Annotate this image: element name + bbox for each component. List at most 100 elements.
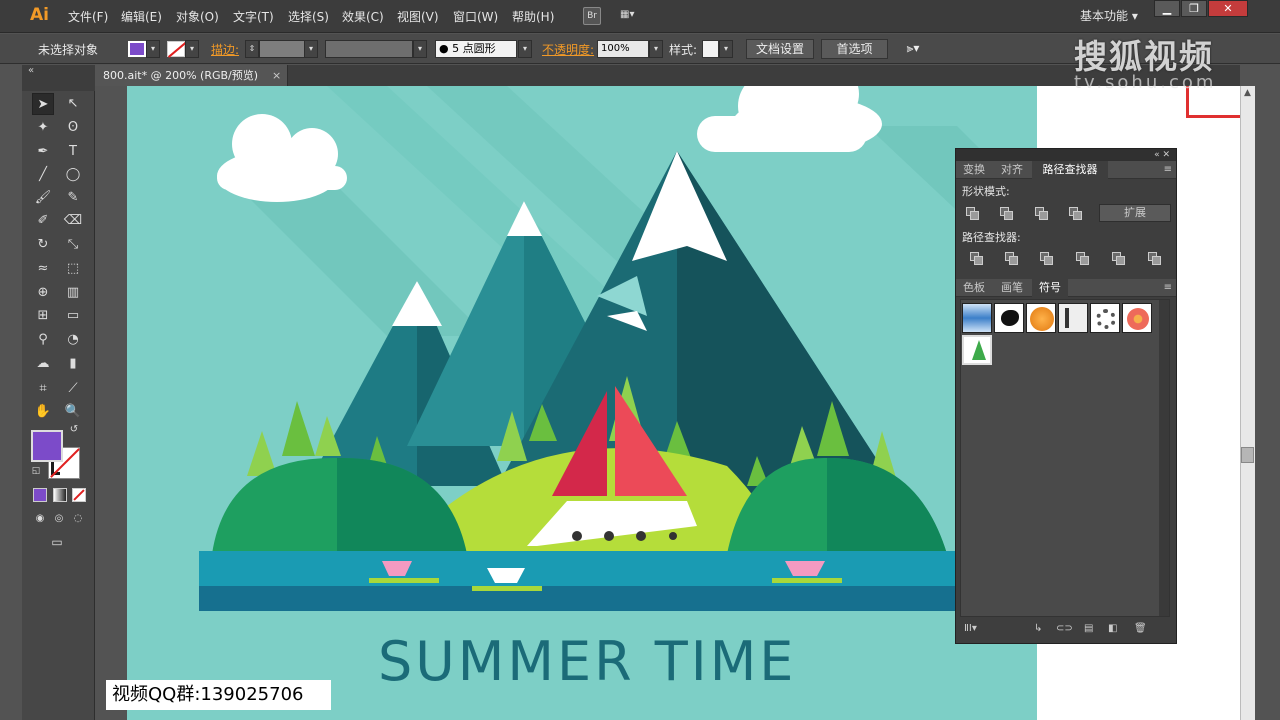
magic-wand-tool-icon[interactable]: ✦ (32, 117, 54, 139)
selection-tool-icon[interactable]: ➤ (32, 93, 54, 115)
arrange-documents-icon[interactable]: ▦▾ (620, 9, 646, 23)
eraser-tool-icon[interactable]: ⌫ (62, 210, 84, 232)
ellipse-tool-icon[interactable]: ◯ (62, 164, 84, 186)
tab-swatches[interactable]: 色板 (956, 279, 992, 297)
blend-tool-icon[interactable]: ◔ (62, 329, 84, 351)
symbol-libraries-icon[interactable]: ⅡⅠ▾ (964, 623, 977, 634)
divide-icon[interactable] (970, 252, 984, 266)
tab-align[interactable]: 对齐 (994, 161, 1030, 179)
symbols-menu-icon[interactable]: ≡ (1164, 279, 1172, 297)
paintbrush-tool-icon[interactable]: 🖌 (32, 187, 54, 209)
zoom-tool-icon[interactable]: 🔍 (62, 401, 84, 423)
menu-view[interactable]: 视图(V) (397, 8, 439, 25)
line-tool-icon[interactable]: ╱ (32, 164, 54, 186)
crop-icon[interactable] (1076, 252, 1090, 266)
symbols-scrollbar[interactable] (1159, 300, 1169, 616)
color-mode-icon[interactable] (33, 488, 47, 502)
menu-type[interactable]: 文字(T) (233, 8, 274, 25)
symbol-ink-splash[interactable] (994, 303, 1024, 333)
preferences-button[interactable]: 首选项 (821, 39, 888, 59)
exclude-icon[interactable] (1069, 207, 1083, 221)
hand-tool-icon[interactable]: ✋ (32, 401, 54, 423)
symbol-grunge-bar[interactable] (1058, 303, 1088, 333)
intersect-icon[interactable] (1035, 207, 1049, 221)
panel-menu-icon[interactable]: ≡ (1164, 161, 1172, 179)
brush-dropdown-icon[interactable]: ▾ (518, 40, 532, 58)
symbol-chain-ring[interactable] (1090, 303, 1120, 333)
slice-tool-icon[interactable]: ⟋ (62, 378, 84, 400)
break-link-icon[interactable]: ⊂⊃ (1056, 623, 1073, 634)
blob-brush-tool-icon[interactable]: ✐ (32, 210, 54, 232)
artboard-tool-icon[interactable]: ⌗ (32, 378, 54, 400)
stroke-weight-input[interactable] (259, 40, 305, 58)
eyedropper-tool-icon[interactable]: ⚲ (32, 329, 54, 351)
place-symbol-icon[interactable]: ↳ (1034, 623, 1042, 634)
symbol-flower[interactable] (1122, 303, 1152, 333)
minimize-button[interactable]: ▁ (1154, 0, 1180, 17)
direct-selection-tool-icon[interactable]: ↖ (62, 93, 84, 115)
stroke-swatch[interactable] (167, 41, 185, 57)
tab-symbols[interactable]: 符号 (1032, 279, 1068, 297)
outline-icon[interactable] (1112, 252, 1126, 266)
panel-header[interactable]: « ✕ (956, 149, 1176, 161)
tab-brushes[interactable]: 画笔 (994, 279, 1030, 297)
stroke-weight-stepper[interactable]: ⇕ (245, 40, 259, 58)
scroll-up-icon[interactable]: ▲ (1244, 88, 1251, 98)
tab-transform[interactable]: 变换 (956, 161, 992, 179)
opacity-input[interactable]: 100% (597, 40, 649, 58)
merge-icon[interactable] (1040, 252, 1054, 266)
arrange-icon[interactable]: ⫸▾ (898, 39, 928, 59)
delete-symbol-icon[interactable]: 🗑 (1134, 623, 1147, 634)
stroke-dropdown-icon[interactable]: ▾ (185, 40, 199, 58)
minus-front-icon[interactable] (1000, 207, 1014, 221)
fill-color-box[interactable] (31, 430, 63, 462)
stroke-weight-dropdown-icon[interactable]: ▾ (304, 40, 318, 58)
menu-window[interactable]: 窗口(W) (453, 8, 498, 25)
opacity-label[interactable]: 不透明度: (542, 41, 594, 58)
symbol-tree[interactable] (962, 335, 992, 365)
screen-mode-icon[interactable]: ▭ (45, 532, 69, 552)
scale-tool-icon[interactable]: ⤡ (62, 234, 84, 256)
draw-normal-icon[interactable]: ◉ (31, 510, 49, 528)
minus-back-icon[interactable] (1148, 252, 1162, 266)
restore-button[interactable]: ❐ (1181, 0, 1207, 17)
free-transform-tool-icon[interactable]: ⬚ (62, 258, 84, 280)
fill-swatch[interactable] (128, 41, 146, 57)
default-colors-icon[interactable]: ◱ (29, 464, 43, 478)
symbol-orange-ball[interactable] (1026, 303, 1056, 333)
unite-icon[interactable] (966, 207, 980, 221)
graphic-style-swatch[interactable] (702, 40, 719, 58)
mesh-tool-icon[interactable]: ⊞ (32, 305, 54, 327)
document-tab[interactable]: 800.ait* @ 200% (RGB/预览) × (95, 65, 288, 86)
variable-width-profile[interactable] (325, 40, 413, 58)
perspective-grid-tool-icon[interactable]: ▥ (62, 282, 84, 304)
lasso-tool-icon[interactable]: ʘ (62, 117, 84, 139)
artboard[interactable] (127, 86, 1037, 720)
menu-edit[interactable]: 编辑(E) (121, 8, 162, 25)
pen-tool-icon[interactable]: ✒ (32, 141, 54, 163)
close-button[interactable]: ✕ (1208, 0, 1248, 17)
menu-help[interactable]: 帮助(H) (512, 8, 554, 25)
symbol-sprayer-tool-icon[interactable]: ☁ (32, 353, 54, 375)
stroke-label[interactable]: 描边: (211, 41, 239, 58)
menu-file[interactable]: 文件(F) (68, 8, 108, 25)
draw-inside-icon[interactable]: ◌ (69, 510, 87, 528)
trim-icon[interactable] (1005, 252, 1019, 266)
rotate-tool-icon[interactable]: ↻ (32, 234, 54, 256)
shape-builder-tool-icon[interactable]: ⊕ (32, 282, 54, 304)
menu-select[interactable]: 选择(S) (288, 8, 329, 25)
menu-effect[interactable]: 效果(C) (342, 8, 384, 25)
brush-definition[interactable]: ● 5 点圆形 (435, 40, 517, 58)
workspace-switcher[interactable]: 基本功能 ▾ (1080, 7, 1138, 24)
bridge-button[interactable]: Br (583, 7, 601, 25)
fill-dropdown-icon[interactable]: ▾ (146, 40, 160, 58)
pencil-tool-icon[interactable]: ✎ (62, 187, 84, 209)
document-setup-button[interactable]: 文档设置 (746, 39, 814, 59)
swap-fill-stroke-icon[interactable]: ↺ (67, 423, 81, 437)
gradient-mode-icon[interactable] (53, 488, 67, 502)
style-dropdown-icon[interactable]: ▾ (719, 40, 733, 58)
close-tab-icon[interactable]: × (272, 65, 281, 86)
new-symbol-icon[interactable]: ◧ (1108, 623, 1117, 634)
type-tool-icon[interactable]: T (62, 141, 84, 163)
expand-button[interactable]: 扩展 (1099, 204, 1171, 222)
